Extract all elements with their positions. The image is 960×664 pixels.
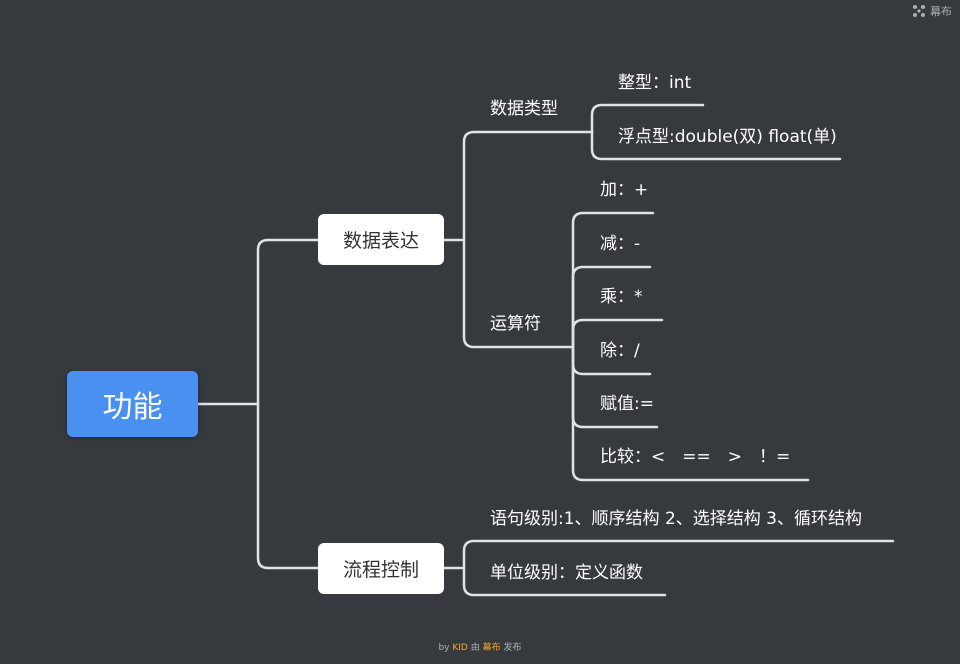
leaf-div[interactable]: 除：/ xyxy=(600,340,640,362)
footer-brand[interactable]: 幕布 xyxy=(483,643,501,653)
root-node[interactable]: 功能 xyxy=(67,371,198,437)
root-node-label: 功能 xyxy=(102,390,163,425)
connector-root-data-expression xyxy=(256,238,320,406)
footer-via: 由 xyxy=(470,643,480,653)
node-operators[interactable]: 运算符 xyxy=(490,313,541,335)
leaf-statement-level[interactable]: 语句级别:1、顺序结构 2、选择结构 3、循环结构 xyxy=(490,508,862,530)
footer-attribution: by KID 由 幕布 发布 xyxy=(0,640,960,653)
mindmap-connectors xyxy=(196,103,895,597)
brand-name: 幕布 xyxy=(930,5,952,18)
leaf-unit-level[interactable]: 单位级别：定义函数 xyxy=(490,562,643,584)
leaf-assign[interactable]: 赋值:= xyxy=(600,393,654,415)
brand-badge[interactable]: 幕布 xyxy=(912,3,952,19)
node-flow-control-label: 流程控制 xyxy=(342,559,419,581)
node-data-types[interactable]: 数据类型 xyxy=(490,98,558,120)
leaf-int[interactable]: 整型：int xyxy=(618,72,691,94)
footer-publish: 发布 xyxy=(503,643,522,653)
footer-author[interactable]: KID xyxy=(452,643,468,653)
leaf-sub[interactable]: 减：- xyxy=(600,233,640,255)
footer-by: by xyxy=(438,643,450,653)
mubu-logo-icon xyxy=(913,5,925,17)
leaf-add[interactable]: 加：+ xyxy=(600,179,648,201)
leaf-compare[interactable]: 比较：< == > ！= xyxy=(600,446,790,468)
node-flow-control[interactable]: 流程控制 xyxy=(318,543,444,594)
leaf-mul[interactable]: 乘：* xyxy=(600,286,643,308)
node-data-expression-label: 数据表达 xyxy=(342,230,419,252)
leaf-float[interactable]: 浮点型:double(双) float(单) xyxy=(618,126,837,148)
node-data-expression[interactable]: 数据表达 xyxy=(318,214,444,265)
connector-root-flow-control xyxy=(256,402,320,570)
